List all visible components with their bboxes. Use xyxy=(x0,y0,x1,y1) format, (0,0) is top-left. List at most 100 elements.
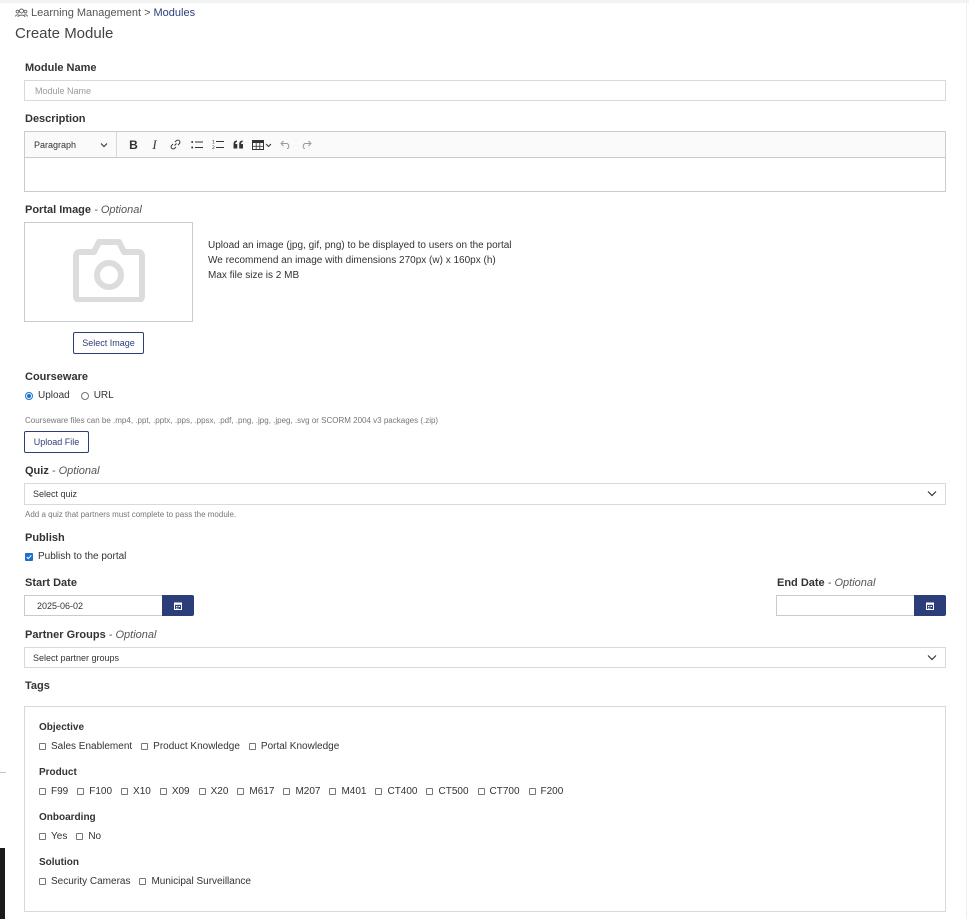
tag-checkbox-label[interactable]: F200 xyxy=(541,786,564,797)
image-help-line: Upload an image (jpg, gif, png) to be di… xyxy=(208,240,512,251)
tag-checkbox[interactable] xyxy=(121,788,129,795)
tag-checkbox-item[interactable]: Yes xyxy=(39,831,67,842)
bold-icon[interactable]: B xyxy=(123,134,144,156)
tag-checkbox-label[interactable]: M617 xyxy=(249,786,274,797)
chevron-down-icon xyxy=(927,489,937,499)
tag-checkbox[interactable] xyxy=(528,788,536,795)
tag-checkbox[interactable] xyxy=(198,788,206,795)
upload-radio[interactable] xyxy=(25,391,33,400)
tag-checkbox-label[interactable]: Security Cameras xyxy=(51,876,130,887)
upload-radio-label[interactable]: Upload xyxy=(38,390,70,401)
tag-checkbox-item[interactable]: M617 xyxy=(237,786,274,797)
undo-icon[interactable] xyxy=(275,134,296,156)
tag-checkbox-item[interactable]: F99 xyxy=(39,786,68,797)
tag-checkbox[interactable] xyxy=(141,743,149,750)
tag-checkbox[interactable] xyxy=(39,833,46,840)
tag-checkbox[interactable] xyxy=(477,788,485,795)
tag-checkbox-label[interactable]: X10 xyxy=(133,786,151,797)
tag-checkbox[interactable] xyxy=(329,788,337,795)
end-date-calendar-button[interactable] xyxy=(914,595,946,616)
bulleted-list-icon[interactable] xyxy=(186,134,207,156)
tag-checkbox-label[interactable]: X09 xyxy=(172,786,190,797)
tag-checkbox-label[interactable]: M207 xyxy=(295,786,320,797)
link-icon[interactable] xyxy=(165,134,186,156)
tag-checkbox-label[interactable]: Product Knowledge xyxy=(153,741,240,752)
tag-checkbox-item[interactable]: CT700 xyxy=(477,786,520,797)
tag-checkbox[interactable] xyxy=(375,788,383,795)
tag-checkbox[interactable] xyxy=(39,788,46,795)
tag-checkbox-label[interactable]: Sales Enablement xyxy=(51,741,132,752)
tag-checkbox-item[interactable]: M207 xyxy=(283,786,320,797)
breadcrumb-current[interactable]: Modules xyxy=(154,7,196,19)
tag-checkbox-label[interactable]: Yes xyxy=(51,831,67,842)
tag-checkbox-item[interactable]: X10 xyxy=(121,786,151,797)
image-preview xyxy=(24,222,193,322)
numbered-list-icon[interactable]: 12 xyxy=(207,134,228,156)
tag-checkbox-item[interactable]: X09 xyxy=(159,786,190,797)
insert-table-icon[interactable] xyxy=(249,134,275,156)
tag-checkbox[interactable] xyxy=(426,788,434,795)
tag-checkbox-item[interactable]: F100 xyxy=(77,786,112,797)
tag-checkbox-label[interactable]: Municipal Surveillance xyxy=(151,876,251,887)
upload-file-button[interactable]: Upload File xyxy=(24,431,89,453)
chevron-down-icon xyxy=(927,653,937,663)
select-image-button[interactable]: Select Image xyxy=(73,332,144,354)
redo-icon[interactable] xyxy=(296,134,317,156)
image-help-line: Max file size is 2 MB xyxy=(208,270,300,281)
tag-checkbox[interactable] xyxy=(77,788,85,795)
image-help-text: Upload an image (jpg, gif, png) to be di… xyxy=(208,238,512,283)
tag-checkbox-item[interactable]: Municipal Surveillance xyxy=(139,876,251,887)
start-date-calendar-button[interactable] xyxy=(162,595,194,616)
publish-checkbox-row: Publish to the portal xyxy=(25,551,126,562)
start-date-label: Start Date xyxy=(25,577,77,589)
paragraph-style-select[interactable]: Paragraph xyxy=(25,132,117,157)
tag-checkbox-label[interactable]: F99 xyxy=(51,786,68,797)
tag-checkbox[interactable] xyxy=(139,878,147,885)
end-date-input[interactable] xyxy=(776,595,915,616)
url-radio[interactable] xyxy=(80,391,89,400)
tag-checkbox-item[interactable]: CT500 xyxy=(426,786,469,797)
courseware-source-radios: Upload URL xyxy=(25,390,114,401)
tag-checkbox-item[interactable]: Portal Knowledge xyxy=(248,741,339,752)
tag-checkbox-label[interactable]: Portal Knowledge xyxy=(261,741,339,752)
tag-checkbox[interactable] xyxy=(39,878,46,885)
tag-checkbox-item[interactable]: Sales Enablement xyxy=(39,741,132,752)
description-editor[interactable] xyxy=(24,157,946,192)
tag-checkbox[interactable] xyxy=(76,833,84,840)
tag-checkbox-item[interactable]: M401 xyxy=(329,786,366,797)
tag-group-solution: Security Cameras Municipal Surveillance xyxy=(39,876,260,887)
tag-checkbox-label[interactable]: M401 xyxy=(341,786,366,797)
tag-checkbox[interactable] xyxy=(237,788,245,795)
tag-checkbox-item[interactable]: CT400 xyxy=(375,786,417,797)
block-quote-icon[interactable] xyxy=(228,134,249,156)
tag-group-title: Objective xyxy=(39,722,85,733)
tag-checkbox[interactable] xyxy=(248,743,256,750)
tags-label: Tags xyxy=(25,680,50,692)
tag-checkbox-label[interactable]: X20 xyxy=(211,786,229,797)
tag-checkbox[interactable] xyxy=(39,743,46,750)
tag-checkbox-item[interactable]: Security Cameras xyxy=(39,876,130,887)
tag-checkbox-label[interactable]: CT400 xyxy=(387,786,417,797)
start-date-input[interactable]: 2025-06-02 xyxy=(24,595,163,616)
courseware-label: Courseware xyxy=(25,371,88,383)
tag-checkbox[interactable] xyxy=(283,788,291,795)
italic-icon[interactable]: I xyxy=(144,134,165,156)
tag-checkbox-item[interactable]: Product Knowledge xyxy=(141,741,240,752)
breadcrumb-root[interactable]: Learning Management xyxy=(31,7,141,19)
tag-checkbox[interactable] xyxy=(159,788,167,795)
module-name-input[interactable] xyxy=(24,80,946,101)
tag-checkbox-item[interactable]: No xyxy=(76,831,101,842)
publish-checkbox-label[interactable]: Publish to the portal xyxy=(38,551,126,562)
tag-checkbox-label[interactable]: CT700 xyxy=(490,786,520,797)
partner-groups-select[interactable]: Select partner groups xyxy=(24,647,946,668)
url-radio-label[interactable]: URL xyxy=(94,390,114,401)
tag-checkbox-item[interactable]: X20 xyxy=(198,786,229,797)
calendar-icon xyxy=(926,597,934,615)
tag-checkbox-label[interactable]: No xyxy=(88,831,101,842)
tag-checkbox-label[interactable]: CT500 xyxy=(438,786,468,797)
quiz-select[interactable]: Select quiz xyxy=(24,483,946,505)
tag-checkbox-item[interactable]: F200 xyxy=(528,786,564,797)
editor-toolbar: Paragraph B I 12 xyxy=(24,131,946,158)
tag-checkbox-label[interactable]: F100 xyxy=(89,786,112,797)
publish-checkbox[interactable] xyxy=(25,552,33,561)
